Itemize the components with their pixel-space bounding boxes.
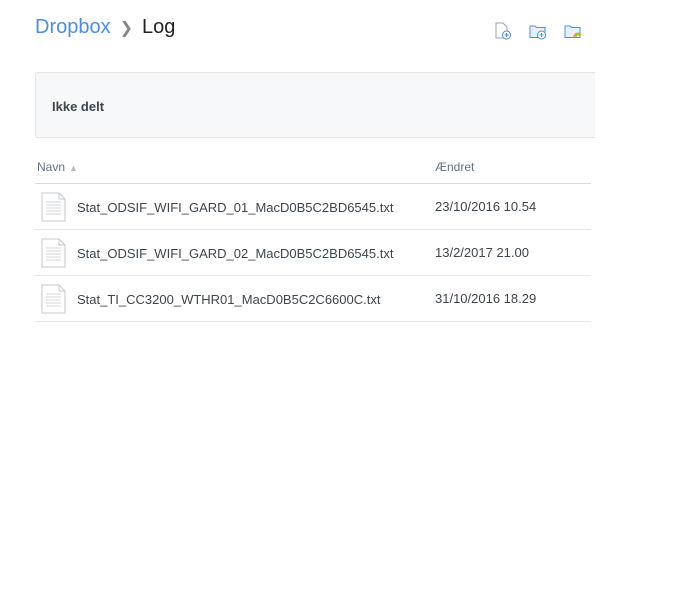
table-row[interactable]: Stat_ODSIF_WIFI_GARD_01_MacD0B5C2BD6545.… — [35, 184, 591, 230]
file-name[interactable]: Stat_ODSIF_WIFI_GARD_01_MacD0B5C2BD6545.… — [77, 200, 393, 215]
file-modified: 23/10/2016 10.54 — [435, 199, 537, 214]
toolbar — [494, 22, 582, 40]
table-row[interactable]: Stat_ODSIF_WIFI_GARD_02_MacD0B5C2BD6545.… — [35, 230, 591, 276]
breadcrumb-dropbox-link[interactable]: Dropbox — [35, 16, 111, 39]
column-modified-header[interactable]: Ændret — [435, 160, 474, 174]
column-name-header[interactable]: Navn ▲ — [37, 160, 78, 174]
table-header: Navn ▲ Ændret — [35, 150, 591, 184]
chevron-right-icon: ❯ — [119, 19, 134, 37]
file-name[interactable]: Stat_ODSIF_WIFI_GARD_02_MacD0B5C2BD6545.… — [77, 246, 393, 261]
sharing-status: Ikke delt — [52, 99, 105, 114]
page-title: Log — [142, 16, 176, 38]
file-name[interactable]: Stat_TI_CC3200_WTHR01_MacD0B5C2C6600C.tx… — [77, 292, 380, 307]
breadcrumb: Dropbox ❯ Log — [35, 16, 175, 39]
new-folder-icon[interactable] — [529, 22, 547, 40]
file-modified: 13/2/2017 21.00 — [435, 245, 529, 260]
sharing-banner: Ikke delt — [35, 72, 595, 138]
file-modified: 31/10/2016 18.29 — [435, 291, 537, 306]
table-row[interactable]: Stat_TI_CC3200_WTHR01_MacD0B5C2C6600C.tx… — [35, 276, 591, 322]
sort-asc-icon: ▲ — [69, 163, 78, 173]
shared-folder-icon[interactable] — [564, 22, 582, 40]
new-file-icon[interactable] — [494, 22, 512, 40]
